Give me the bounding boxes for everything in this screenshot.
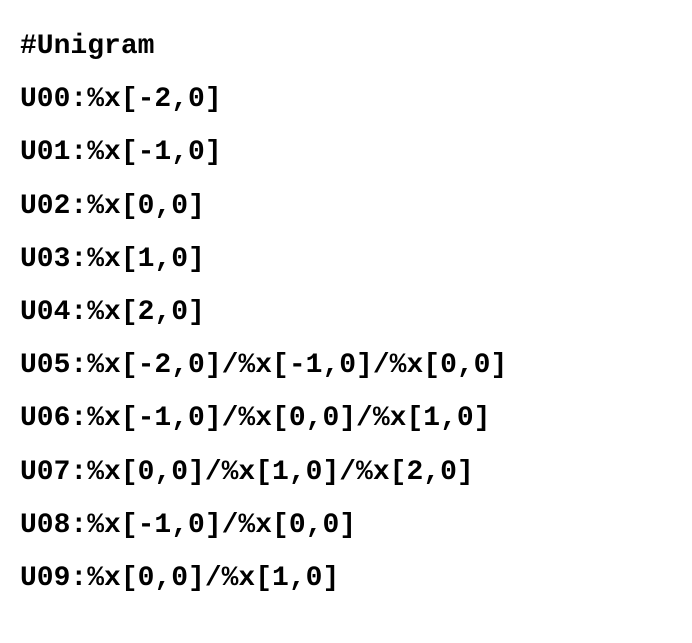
template-line-u04: U04:%x[2,0] (20, 286, 672, 339)
template-line-u06: U06:%x[-1,0]/%x[0,0]/%x[1,0] (20, 392, 672, 445)
template-line-u01: U01:%x[-1,0] (20, 126, 672, 179)
template-header: #Unigram (20, 20, 672, 73)
template-line-u02: U02:%x[0,0] (20, 180, 672, 233)
template-line-u09: U09:%x[0,0]/%x[1,0] (20, 552, 672, 605)
template-line-u03: U03:%x[1,0] (20, 233, 672, 286)
template-line-u05: U05:%x[-2,0]/%x[-1,0]/%x[0,0] (20, 339, 672, 392)
template-line-u07: U07:%x[0,0]/%x[1,0]/%x[2,0] (20, 446, 672, 499)
template-line-u08: U08:%x[-1,0]/%x[0,0] (20, 499, 672, 552)
template-line-u00: U00:%x[-2,0] (20, 73, 672, 126)
